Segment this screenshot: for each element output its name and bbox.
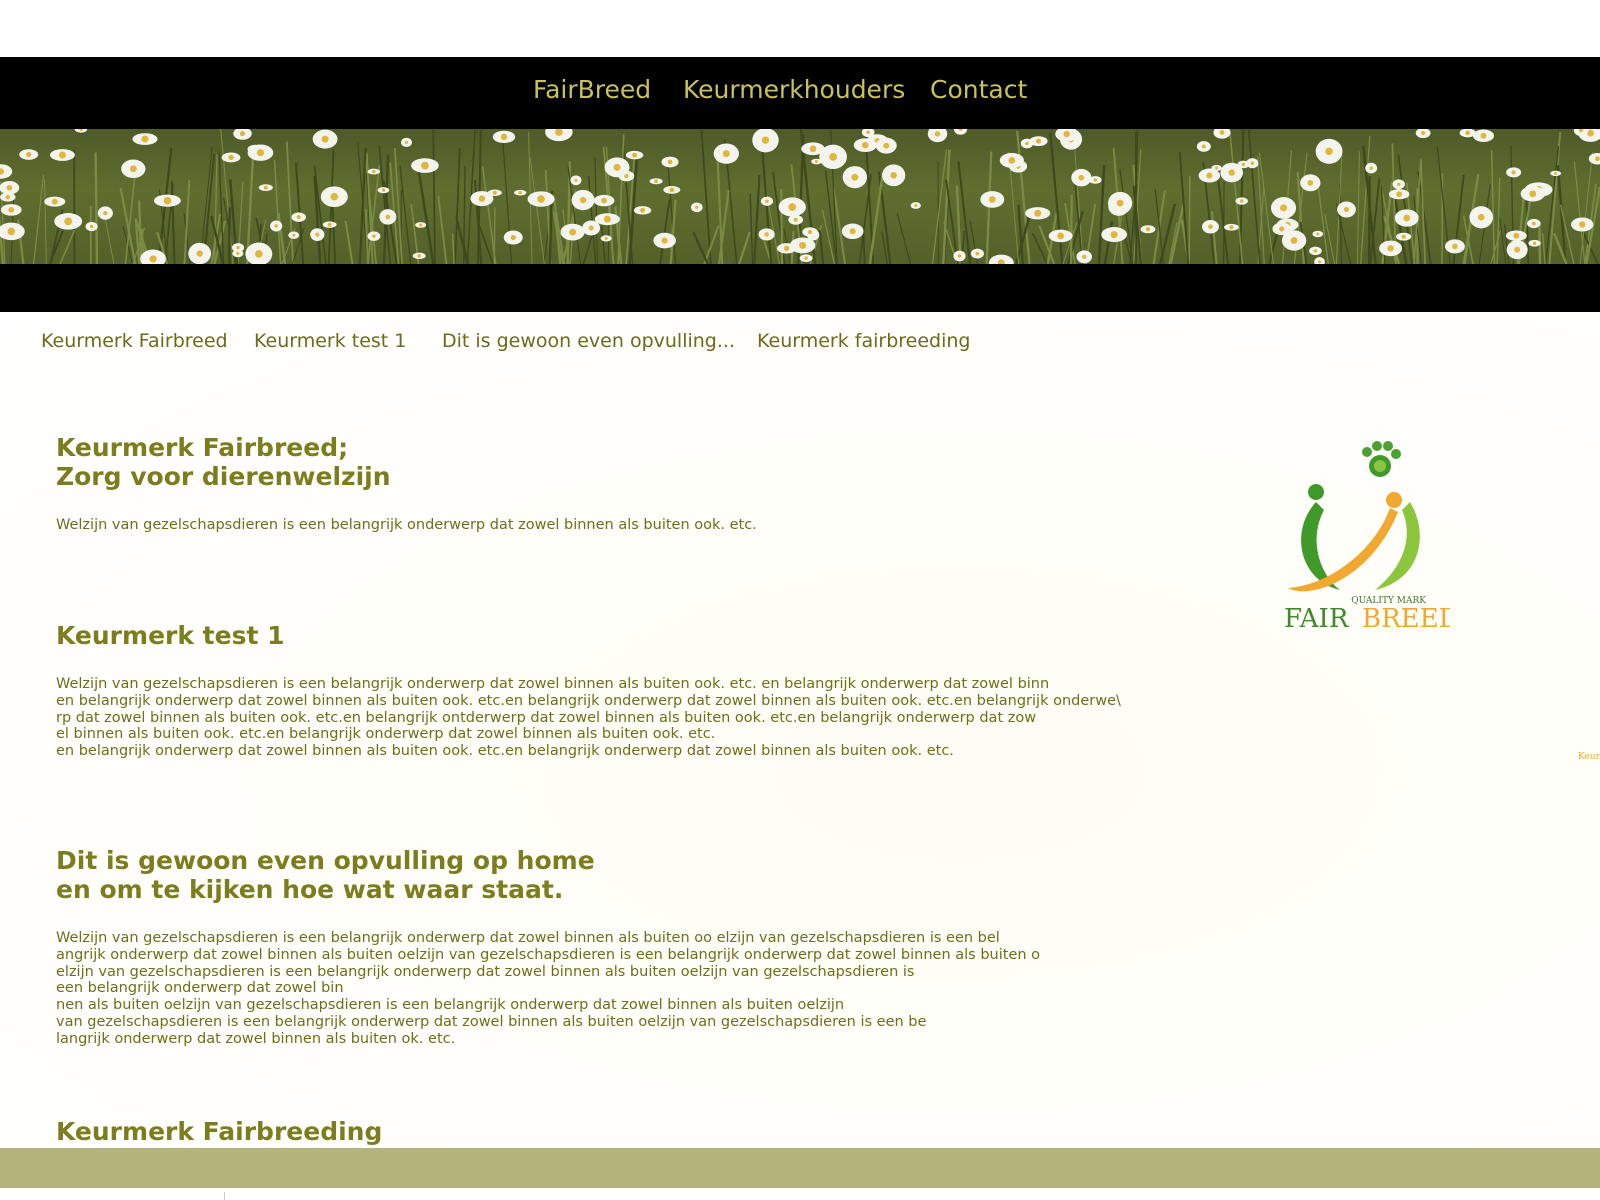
subnav-item-keurmerk-test-1[interactable]: Keurmerk test 1 bbox=[254, 330, 406, 352]
fairbreed-logo: QUALITY MARK FAIR BREED bbox=[1280, 440, 1460, 640]
subnav-item-keurmerk-fairbreed[interactable]: Keurmerk Fairbreed bbox=[41, 330, 228, 352]
article-keurmerk-fairbreed: Keurmerk Fairbreed; Zorg voor dierenwelz… bbox=[56, 433, 757, 534]
paw-icon bbox=[1362, 441, 1401, 477]
header-banner-image bbox=[0, 129, 1600, 264]
daisy-field-image bbox=[0, 129, 1600, 264]
article-title: Dit is gewoon even opvulling op home en … bbox=[56, 846, 595, 904]
banner-black-band bbox=[0, 264, 1600, 312]
article-title: Keurmerk test 1 bbox=[56, 621, 285, 650]
footer-divider bbox=[224, 1192, 225, 1200]
brand-fair-text: FAIR bbox=[1284, 604, 1350, 634]
page: FairBreed Keurmerkhouders Contact Keurme… bbox=[0, 0, 1600, 1200]
nav-item-fairbreed[interactable]: FairBreed bbox=[533, 75, 651, 104]
article-title: Keurmerk Fairbreed; Zorg voor dierenwelz… bbox=[56, 433, 391, 491]
person-figure-icon bbox=[1301, 484, 1420, 590]
nav-item-contact[interactable]: Contact bbox=[930, 75, 1027, 104]
article-body: Welzijn van gezelschapsdieren is een bel… bbox=[56, 930, 1041, 1047]
nav-item-keurmerkhouders[interactable]: Keurmerkhouders bbox=[683, 75, 905, 104]
fairbreed-logo-mark: QUALITY MARK FAIR BREED bbox=[1284, 441, 1460, 634]
article-opvulling: Dit is gewoon even opvulling op home en … bbox=[56, 846, 1040, 1048]
brand-breed-text: BREED bbox=[1362, 604, 1450, 634]
footer-bar bbox=[0, 1148, 1600, 1188]
top-navigation: FairBreed Keurmerkhouders Contact bbox=[0, 57, 1600, 129]
article-body: Welzijn van gezelschapsdieren is een bel… bbox=[56, 676, 1121, 760]
article-title: Keurmerk Fairbreeding bbox=[56, 1117, 383, 1146]
subnav-item-keurmerk-fairbreeding[interactable]: Keurmerk fairbreeding bbox=[757, 330, 970, 352]
article-keurmerk-test-1: Keurmerk test 1 Welzijn van gezelschapsd… bbox=[56, 621, 1121, 760]
article-keurmerk-fairbreeding: Keurmerk Fairbreeding bbox=[56, 1117, 382, 1146]
edge-logo-text: Keur bbox=[1578, 752, 1600, 762]
subnav-item-opvulling[interactable]: Dit is gewoon even opvulling... bbox=[442, 330, 735, 352]
article-body: Welzijn van gezelschapsdieren is een bel… bbox=[56, 517, 757, 533]
